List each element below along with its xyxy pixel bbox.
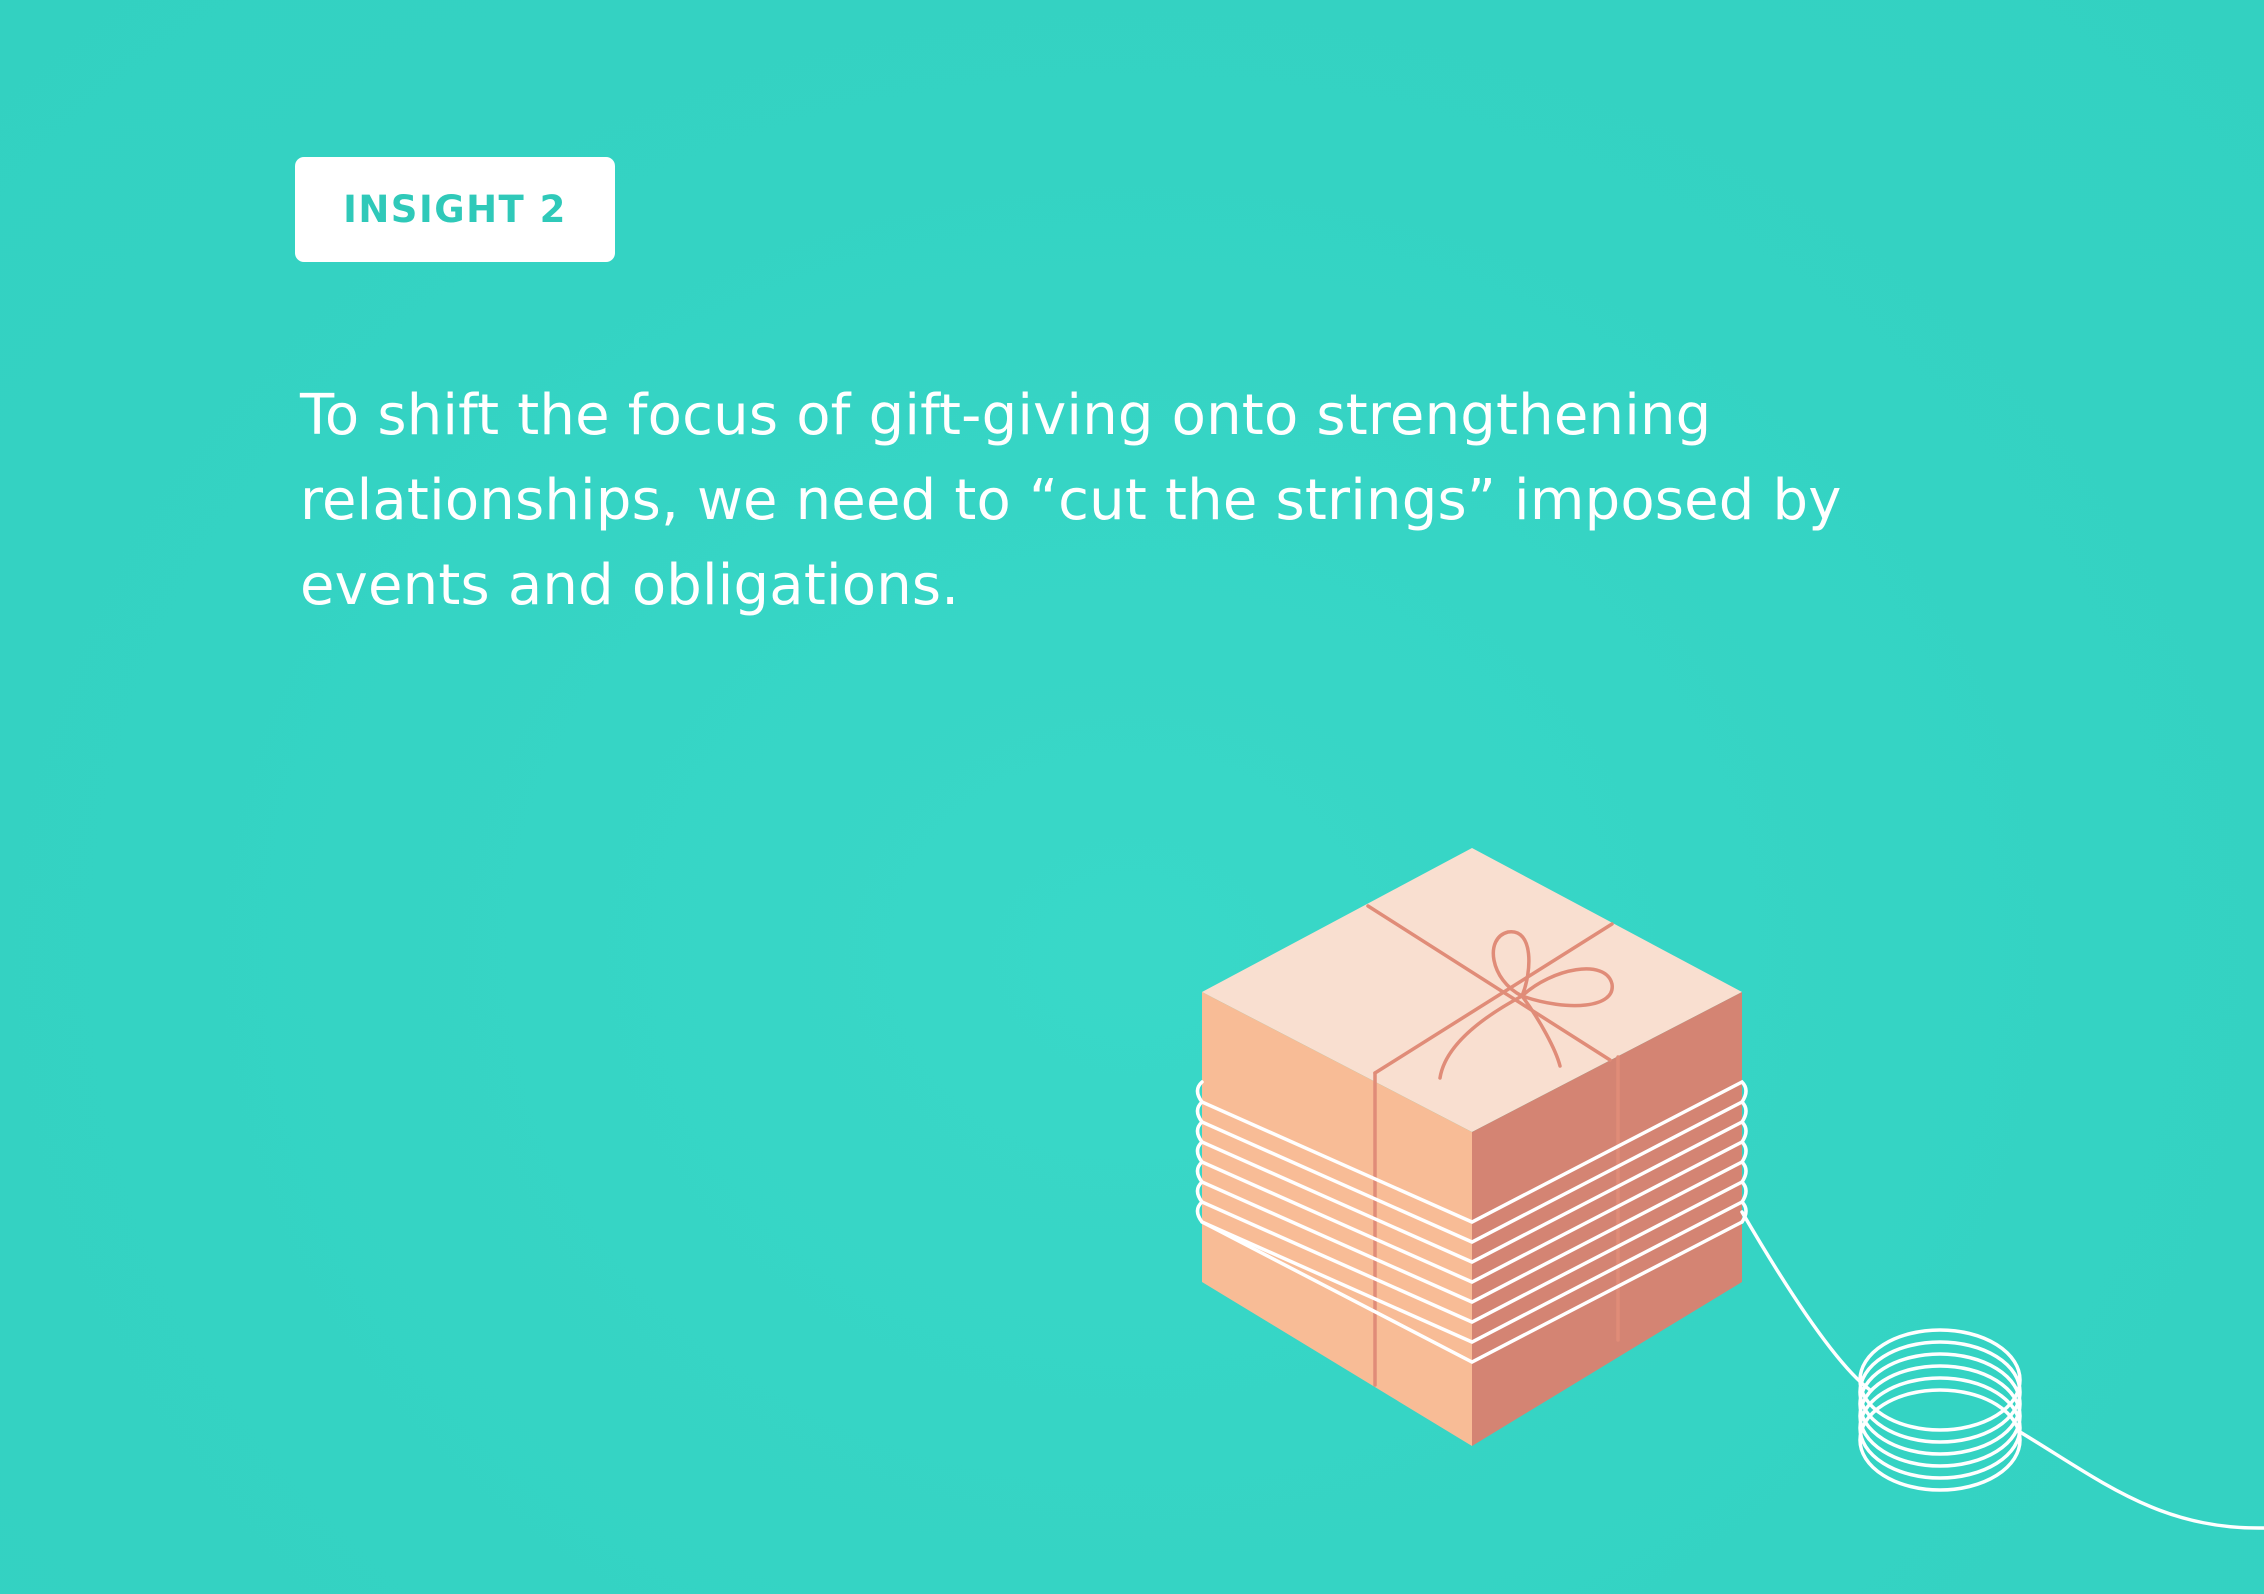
gift-box-illustration [1195,848,2264,1530]
trailing-string-icon [2018,1430,2264,1530]
loose-string-icon [1740,1210,1872,1392]
string-coil-icon [1858,1328,2022,1492]
slide-background: INSIGHT 2 To shift the focus of gift-giv… [0,0,2264,1594]
